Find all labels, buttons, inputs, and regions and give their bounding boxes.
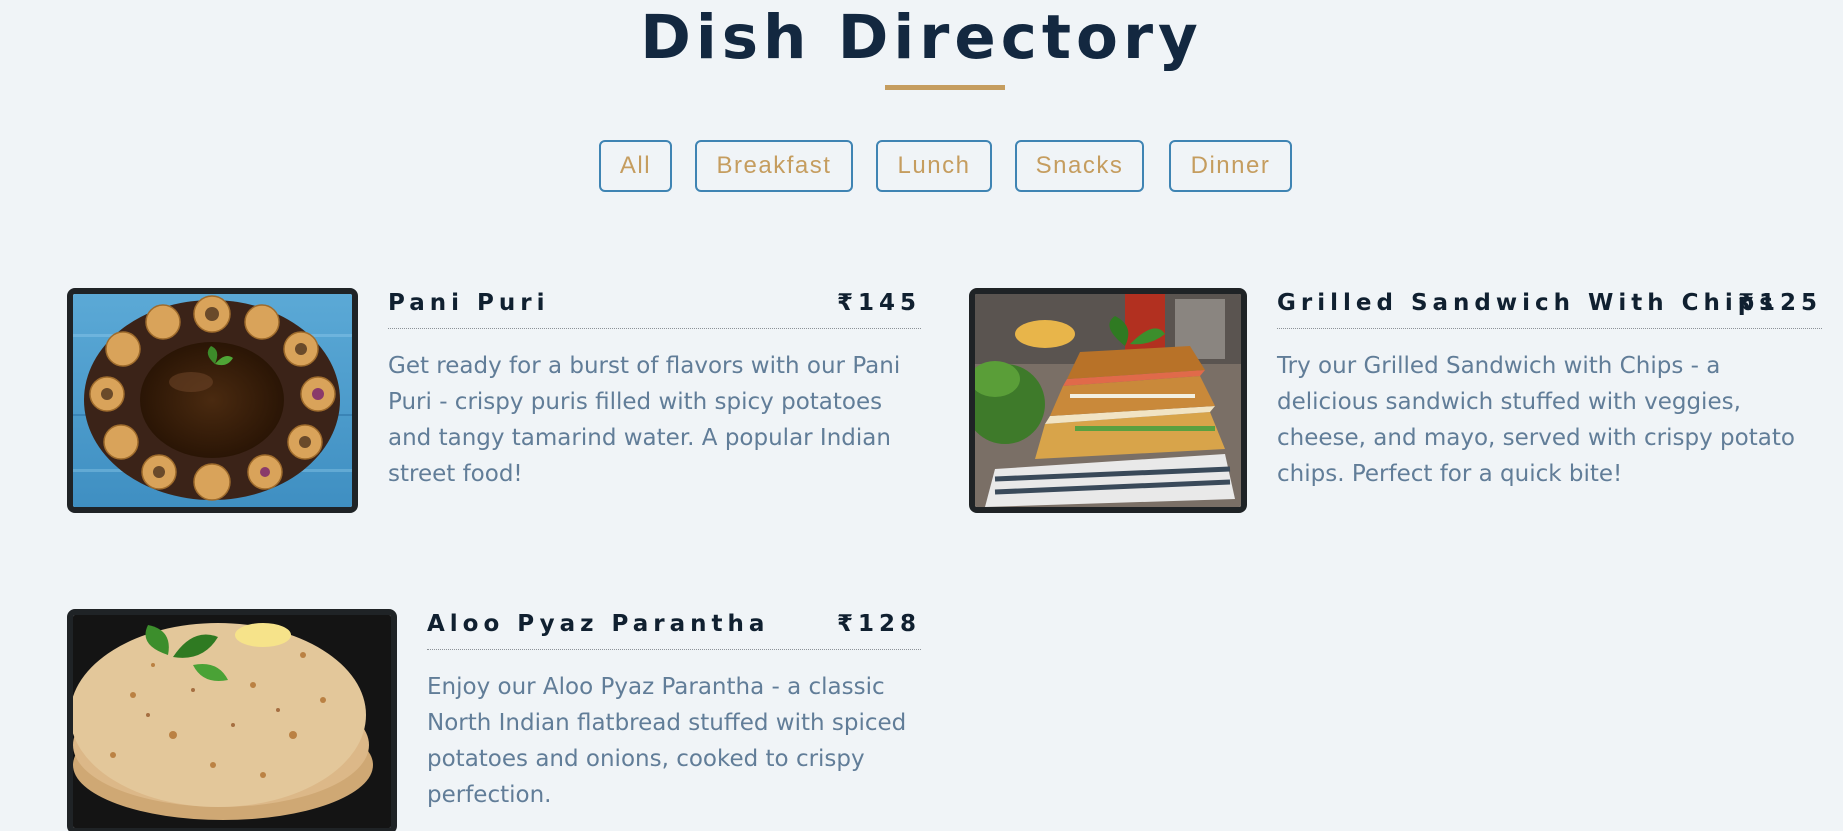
menu-item: Aloo Pyaz Parantha ₹128 Enjoy our Aloo P… — [67, 609, 921, 831]
menu-item-header: Grilled Sandwich With Chips ₹125 — [1277, 288, 1822, 329]
menu-item-header: Aloo Pyaz Parantha ₹128 — [427, 609, 921, 650]
dish-name: Pani Puri — [388, 290, 550, 316]
filter-snacks-button[interactable]: Snacks — [1015, 140, 1144, 192]
filter-lunch-button[interactable]: Lunch — [876, 140, 992, 192]
grilled-sandwich-photo — [969, 288, 1247, 513]
dish-name: Aloo Pyaz Parantha — [427, 611, 770, 637]
pani-puri-photo — [67, 288, 358, 513]
aloo-pyaz-parantha-image — [73, 615, 391, 828]
dish-price: ₹145 — [836, 290, 921, 316]
dish-price: ₹125 — [1737, 290, 1822, 316]
dish-description: Get ready for a burst of flavors with ou… — [388, 353, 901, 487]
menu-item-info: Grilled Sandwich With Chips ₹125 Try our… — [1277, 288, 1822, 513]
dish-description: Try our Grilled Sandwich with Chips - a … — [1277, 353, 1795, 487]
filter-dinner-button[interactable]: Dinner — [1169, 140, 1292, 192]
pani-puri-image — [73, 294, 352, 507]
aloo-pyaz-parantha-photo — [67, 609, 397, 831]
menu-item: Pani Puri ₹145 Get ready for a burst of … — [67, 288, 921, 513]
page-title: Dish Directory — [640, 2, 1203, 73]
filter-all-button[interactable]: All — [599, 140, 672, 192]
dish-price: ₹128 — [836, 611, 921, 637]
menu-item-info: Pani Puri ₹145 Get ready for a burst of … — [388, 288, 921, 513]
menu-item: Grilled Sandwich With Chips ₹125 Try our… — [969, 288, 1822, 513]
dish-directory-page: Dish Directory All Breakfast Lunch Snack… — [0, 0, 1843, 831]
filter-breakfast-button[interactable]: Breakfast — [695, 140, 853, 192]
menu-item-header: Pani Puri ₹145 — [388, 288, 921, 329]
title-underline — [885, 85, 1005, 90]
grilled-sandwich-image — [975, 294, 1241, 507]
dish-name: Grilled Sandwich With Chips — [1277, 290, 1778, 316]
dish-description: Enjoy our Aloo Pyaz Parantha - a classic… — [427, 674, 907, 808]
filter-bar: All Breakfast Lunch Snacks Dinner — [0, 140, 1843, 192]
menu-item-info: Aloo Pyaz Parantha ₹128 Enjoy our Aloo P… — [427, 609, 921, 831]
